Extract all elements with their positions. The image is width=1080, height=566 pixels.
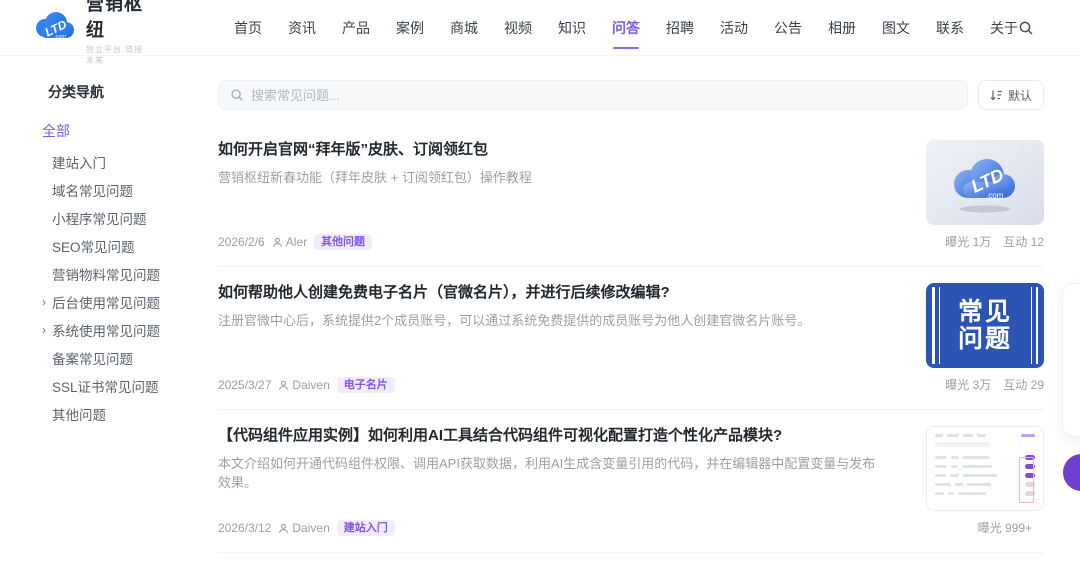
article-desc: 本文介绍如何开通代码组件权限、调用API获取数据，利用AI生成含变量引用的代码，… <box>218 454 886 493</box>
category-sidebar: 分类导航 全部 建站入门 域名常见问题 小程序常见问题 SEO常见问题 营销物料… <box>0 56 218 566</box>
main-nav: 首页 资讯 产品 案例 商城 视频 知识 问答 招聘 活动 公告 相册 图文 联… <box>234 12 1018 44</box>
nav-item-announcements[interactable]: 公告 <box>774 12 802 44</box>
sidebar-item-all[interactable]: 全部 <box>42 121 218 141</box>
chevron-right-icon: › <box>42 297 52 307</box>
article-row[interactable]: 【代码组件应用实例】如何利用AI工具结合代码组件可视化配置打造个性化产品模块? … <box>218 410 1044 553</box>
sidebar-item-site-building[interactable]: 建站入门 <box>42 155 218 169</box>
faq-search-box[interactable] <box>218 80 968 110</box>
article-thumbnail-cloud-logo[interactable]: LTD .com <box>926 140 1044 225</box>
article-row[interactable]: 如何帮助他人创建免费电子名片（官微名片），并进行后续修改编辑? 注册官微中心后，… <box>218 267 1044 410</box>
sidebar-item-other[interactable]: 其他问题 <box>42 407 218 421</box>
article-meta: 2026/2/6 Aler 其他问题 <box>218 234 886 250</box>
sidebar-item-marketing-material-faq[interactable]: 营销物料常见问题 <box>42 267 218 281</box>
sidebar-item-domain-faq[interactable]: 域名常见问题 <box>42 183 218 197</box>
sidebar-item-miniprogram-faq[interactable]: 小程序常见问题 <box>42 211 218 225</box>
faq-search-input[interactable] <box>251 88 956 103</box>
nav-item-jobs[interactable]: 招聘 <box>666 12 694 44</box>
nav-item-contact[interactable]: 联系 <box>936 12 964 44</box>
article-meta: 2026/3/12 Daiven 建站入门 <box>218 520 886 536</box>
header: LTD .com 营销枢纽 独立平台,链接未来 首页 资讯 产品 案例 商城 视… <box>0 0 1080 56</box>
nav-item-graphics[interactable]: 图文 <box>882 12 910 44</box>
nav-item-video[interactable]: 视频 <box>504 12 532 44</box>
article-author: Aler <box>286 235 307 249</box>
sidebar-item-backend-faq[interactable]: › 后台使用常见问题 <box>42 295 218 309</box>
nav-item-products[interactable]: 产品 <box>342 12 370 44</box>
article-date: 2026/3/12 <box>218 521 271 535</box>
qa-main: 默认 如何开启官网“拜年版”皮肤、订阅领红包 营销枢纽新春功能（拜年皮肤 + 订… <box>218 56 1080 566</box>
sidebar-title: 分类导航 <box>48 82 218 102</box>
article-stats: 曝光 1万互动 12 <box>926 233 1044 250</box>
article-author: Daiven <box>292 378 329 392</box>
article-date: 2026/2/6 <box>218 235 265 249</box>
user-icon <box>272 237 283 248</box>
chevron-right-icon: › <box>42 325 52 335</box>
cloud-logo-icon: LTD .com <box>33 11 77 44</box>
article-author: Daiven <box>292 521 329 535</box>
article-stats: 曝光 999+ <box>926 519 1044 536</box>
svg-text:.com: .com <box>54 34 66 40</box>
user-icon <box>278 523 289 534</box>
article-row[interactable]: 关于网站升级营销枢纽 接入AI 之十问十答：A1版本开箱即用! <box>218 553 1044 566</box>
article-stats: 曝光 3万互动 29 <box>926 376 1044 393</box>
article-date: 2025/3/27 <box>218 378 271 392</box>
search-icon <box>230 88 244 102</box>
floating-side-panel[interactable] <box>1062 283 1080 437</box>
article-desc: 营销枢纽新春功能（拜年皮肤 + 订阅领红包）操作教程 <box>218 168 886 188</box>
category-badge[interactable]: 建站入门 <box>337 520 395 536</box>
sidebar-item-system-faq[interactable]: › 系统使用常见问题 <box>42 323 218 337</box>
nav-item-knowledge[interactable]: 知识 <box>558 12 586 44</box>
sidebar-item-icp-faq[interactable]: 备案常见问题 <box>42 351 218 365</box>
nav-item-albums[interactable]: 相册 <box>828 12 856 44</box>
article-row[interactable]: 如何开启官网“拜年版”皮肤、订阅领红包 营销枢纽新春功能（拜年皮肤 + 订阅领红… <box>218 124 1044 267</box>
brand-name: 营销枢纽 <box>86 0 146 42</box>
nav-item-cases[interactable]: 案例 <box>396 12 424 44</box>
nav-item-about[interactable]: 关于 <box>990 12 1018 44</box>
category-badge[interactable]: 电子名片 <box>337 377 395 393</box>
user-icon <box>278 380 289 391</box>
nav-item-mall[interactable]: 商城 <box>450 12 478 44</box>
nav-item-home[interactable]: 首页 <box>234 12 262 44</box>
article-desc: 注册官微中心后，系统提供2个成员账号，可以通过系统免费提供的成员账号为他人创建官… <box>218 311 886 331</box>
sidebar-item-ssl-faq[interactable]: SSL证书常见问题 <box>42 379 218 393</box>
category-badge[interactable]: 其他问题 <box>314 234 372 250</box>
article-title[interactable]: 如何帮助他人创建免费电子名片（官微名片），并进行后续修改编辑? <box>218 283 886 303</box>
article-thumbnail-faq-blue[interactable]: 常见 问题 <box>926 283 1044 368</box>
sidebar-item-seo-faq[interactable]: SEO常见问题 <box>42 239 218 253</box>
article-title[interactable]: 如何开启官网“拜年版”皮肤、订阅领红包 <box>218 140 886 160</box>
header-search-icon[interactable] <box>1018 20 1034 36</box>
article-meta: 2025/3/27 Daiven 电子名片 <box>218 377 886 393</box>
article-title[interactable]: 【代码组件应用实例】如何利用AI工具结合代码组件可视化配置打造个性化产品模块? <box>218 426 886 446</box>
nav-item-news[interactable]: 资讯 <box>288 12 316 44</box>
svg-text:.com: .com <box>986 191 1004 200</box>
article-list: 如何开启官网“拜年版”皮肤、订阅领红包 营销枢纽新春功能（拜年皮肤 + 订阅领红… <box>218 124 1044 566</box>
sort-default-button[interactable]: 默认 <box>978 80 1044 110</box>
nav-item-qa-active[interactable]: 问答 <box>612 12 640 44</box>
sort-icon <box>990 89 1003 101</box>
nav-item-activities[interactable]: 活动 <box>720 12 748 44</box>
article-thumbnail-admin-screenshot[interactable] <box>926 426 1044 511</box>
